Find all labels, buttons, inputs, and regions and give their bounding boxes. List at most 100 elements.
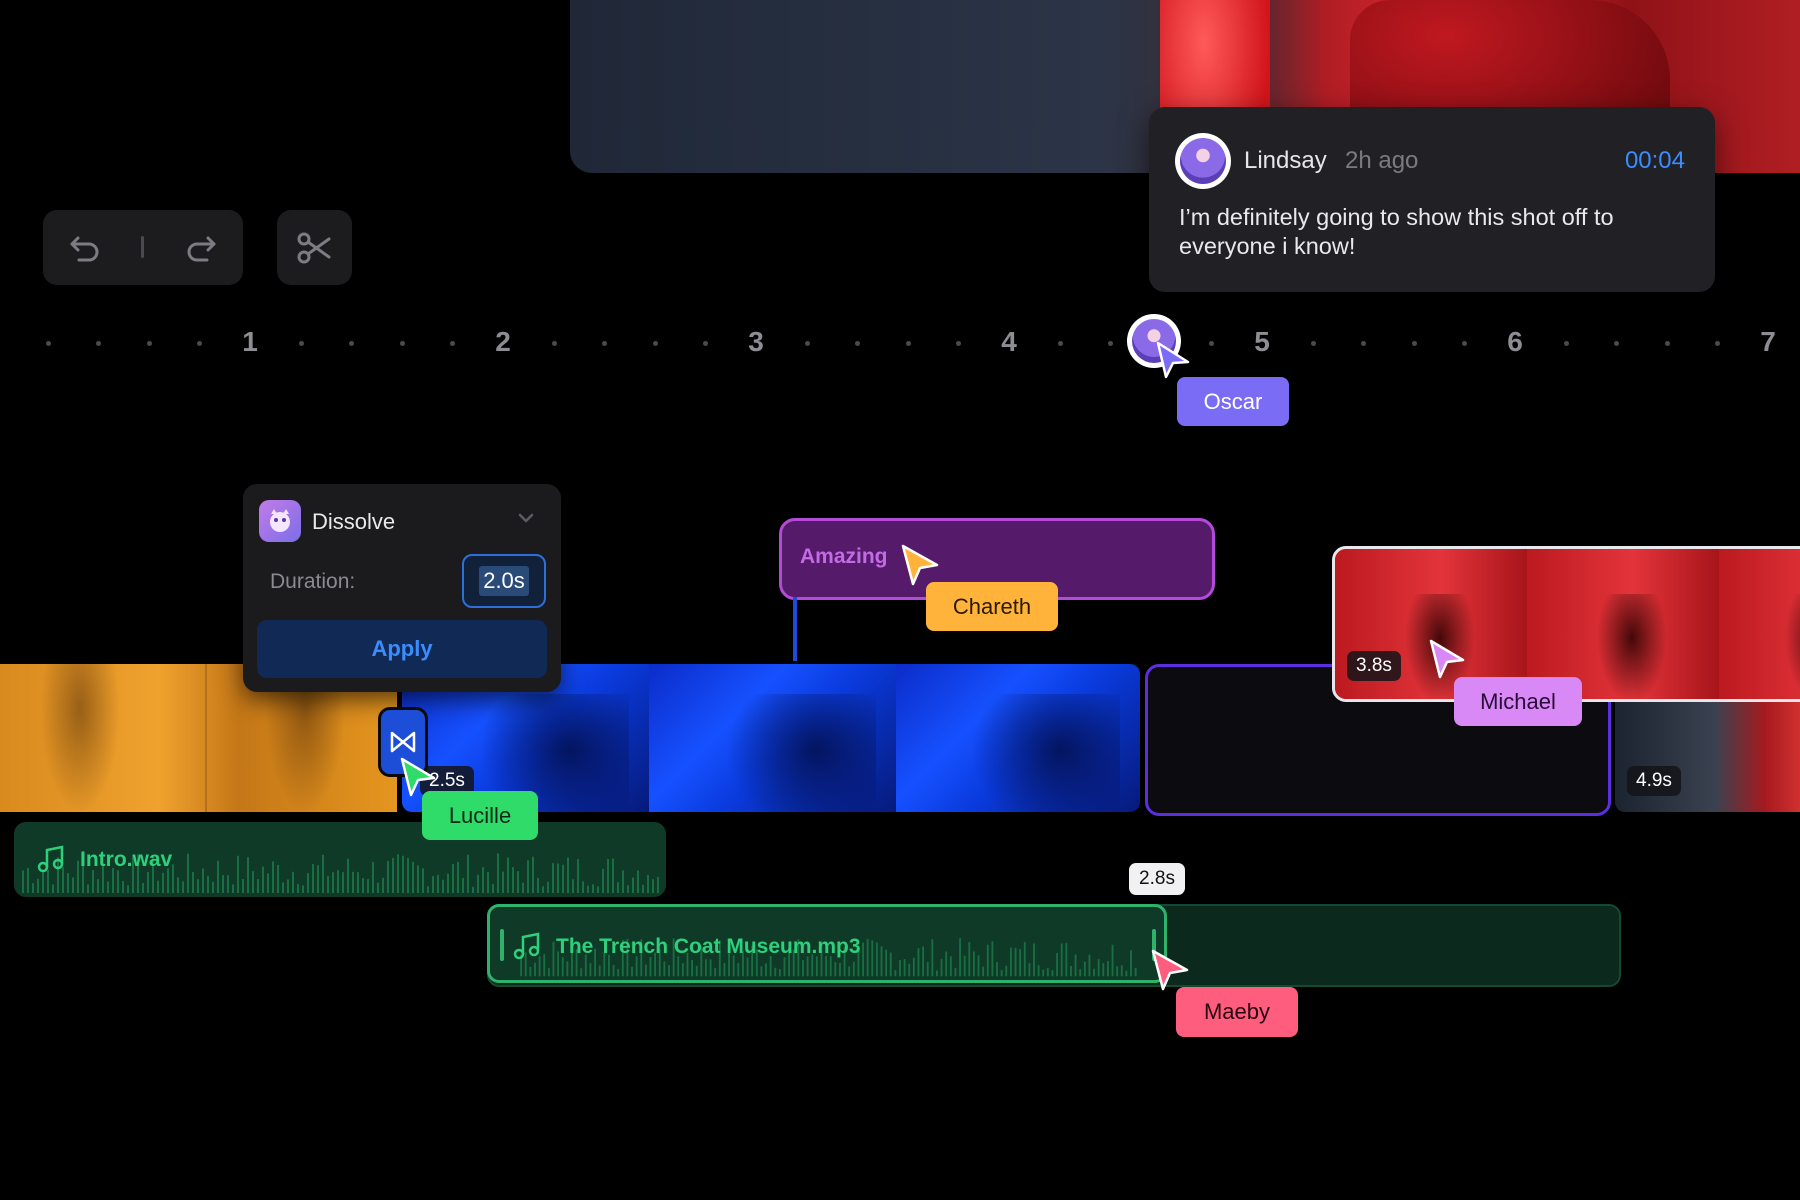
waveform-bar <box>1074 954 1077 977</box>
waveform-bar <box>547 968 550 977</box>
waveform-bar <box>247 857 249 893</box>
waveform-bar <box>783 957 786 977</box>
waveform-bar <box>922 946 925 977</box>
waveform-bar <box>307 873 309 893</box>
waveform-bar <box>507 857 509 893</box>
waveform-bar <box>657 877 659 893</box>
apply-button[interactable]: Apply <box>257 620 547 678</box>
waveform-bar <box>825 955 827 977</box>
waveform-bar <box>1093 968 1095 977</box>
waveform-bar <box>982 966 985 977</box>
waveform-bar <box>705 959 707 977</box>
waveform-bar <box>940 958 943 977</box>
waveform-bar <box>342 872 344 893</box>
waveform-bar <box>492 883 494 893</box>
duration-input[interactable]: 2.0s <box>462 554 546 608</box>
waveform-bar <box>903 959 906 977</box>
waveform-bar <box>1019 949 1022 977</box>
waveform-bar <box>447 873 449 893</box>
waveform-bar <box>627 885 629 893</box>
waveform-bar <box>663 961 666 977</box>
waveform-bar <box>668 965 670 977</box>
duration-value[interactable]: 2.0s <box>479 566 529 596</box>
waveform-bar <box>222 875 224 893</box>
comment-card[interactable]: Lindsay 2h ago 00:04 I’m definitely goin… <box>1149 107 1715 292</box>
ruler-dot <box>1310 341 1316 346</box>
duration-label: Duration: <box>270 570 356 593</box>
waveform-bar <box>774 967 777 977</box>
audio-clip-intro[interactable]: Intro.wav <box>14 822 666 897</box>
waveform-bar <box>1079 969 1082 977</box>
waveform-bar <box>212 881 214 893</box>
waveform-bar <box>926 961 929 977</box>
ruler-tick-label: 2 <box>495 326 511 357</box>
ruler-dot <box>551 341 557 346</box>
waveform-bar <box>282 882 284 893</box>
waveform-bar <box>644 964 647 977</box>
ruler-dot <box>399 341 405 346</box>
transition-icon <box>259 500 301 542</box>
waveform-bar <box>52 884 54 893</box>
waveform-bar <box>22 870 24 893</box>
waveform-bar <box>472 886 474 893</box>
ruler-tick-label: 6 <box>1507 326 1523 357</box>
waveform-bar <box>1130 950 1132 977</box>
chareth-cursor-icon <box>901 544 939 586</box>
waveform-bar <box>552 941 555 977</box>
ruler-dot <box>855 341 861 346</box>
waveform-bar <box>632 877 634 893</box>
waveform-bar <box>737 963 740 977</box>
waveform-bar <box>612 858 614 893</box>
ruler-dot <box>602 341 608 346</box>
waveform-bar <box>968 942 971 977</box>
video-clip-blue-frame[interactable] <box>896 664 1140 812</box>
transition-panel: Dissolve Duration: 2.0s Apply <box>243 484 561 692</box>
audio-title: Intro.wav <box>80 848 173 871</box>
oscar-cursor-icon <box>1156 341 1190 379</box>
waveform-bar <box>839 962 841 977</box>
waveform-bar <box>202 868 204 893</box>
chevron-down-icon[interactable] <box>517 512 535 524</box>
undo-redo-group <box>43 210 243 285</box>
waveform-bar <box>227 875 229 893</box>
waveform-bar <box>197 879 199 893</box>
undo-button[interactable] <box>55 218 115 278</box>
trim-handle-left[interactable] <box>500 929 504 961</box>
waveform-bar <box>542 886 544 893</box>
cut-tool[interactable] <box>277 210 352 285</box>
waveform-bar <box>127 885 129 893</box>
ruler-dot <box>652 341 658 346</box>
waveform-bar <box>567 857 569 893</box>
waveform-bar <box>1088 954 1091 977</box>
marker-line <box>793 597 797 661</box>
waveform-bar <box>862 942 864 977</box>
waveform-bar <box>959 938 961 977</box>
waveform-bar <box>917 948 920 977</box>
waveform-bar <box>894 969 897 977</box>
redo-button[interactable] <box>171 218 231 278</box>
timeline-ruler[interactable]: 1 2 3 4 5 6 7 <box>0 318 1800 368</box>
waveform-bar <box>92 870 94 893</box>
waveform-bar <box>1120 965 1123 977</box>
waveform-bar <box>612 964 615 977</box>
waveform-bar <box>637 870 639 893</box>
cut-button[interactable] <box>285 218 345 278</box>
transition-title[interactable]: Dissolve <box>312 509 395 535</box>
waveform-bar <box>1111 944 1114 977</box>
audio-clip-trench-coat[interactable]: The Trench Coat Museum.mp3 <box>487 904 1167 983</box>
waveform-bar <box>27 868 29 893</box>
waveform-bar <box>991 941 994 977</box>
waveform-bar <box>32 883 34 893</box>
waveform-bar <box>527 860 529 893</box>
waveform-bar <box>502 871 504 893</box>
video-clip-blue-frame[interactable] <box>649 664 896 812</box>
waveform-bar <box>572 879 574 893</box>
waveform-bar <box>207 875 209 893</box>
waveform-bar <box>561 957 564 977</box>
comment-timestamp[interactable]: 00:04 <box>1625 147 1685 175</box>
waveform-bar <box>778 969 781 977</box>
waveform-bar <box>267 873 269 893</box>
waveform-bar <box>1083 961 1086 977</box>
waveform-bar <box>422 868 424 893</box>
waveform-bar <box>177 877 179 893</box>
